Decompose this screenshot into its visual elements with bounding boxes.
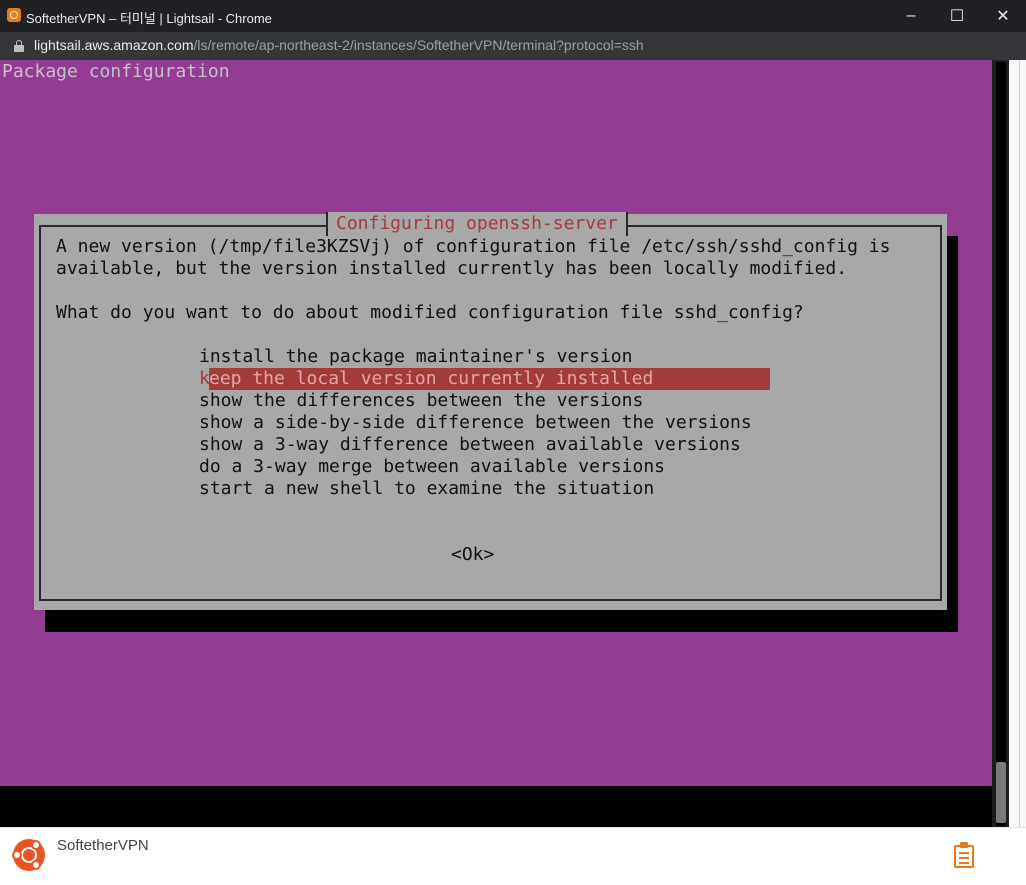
dialog-message-line-1: A new version (/tmp/file3KZSVj) of confi…: [56, 236, 891, 257]
dialog-title: Configuring openssh-server: [326, 212, 628, 236]
option-show-differences[interactable]: show the differences between the version…: [199, 390, 770, 412]
option-new-shell[interactable]: start a new shell to examine the situati…: [199, 478, 770, 500]
clipboard-icon[interactable]: [954, 842, 974, 868]
terminal-screen[interactable]: Package configuration Configuring openss…: [0, 60, 992, 786]
option-install-maintainer[interactable]: install the package maintainer's version: [199, 346, 770, 368]
option-3way-difference[interactable]: show a 3-way difference between availabl…: [199, 434, 770, 456]
window-titlebar: SoftetherVPN – 터미널 | Lightsail - Chrome …: [0, 0, 1026, 32]
address-bar[interactable]: lightsail.aws.amazon.com/ls/remote/ap-no…: [0, 32, 1026, 60]
debconf-dialog: Configuring openssh-server A new version…: [34, 212, 947, 610]
option-keep-local-label: eep the local version currently installe…: [209, 368, 654, 389]
screen-title: Package configuration: [2, 61, 230, 82]
url-text[interactable]: lightsail.aws.amazon.com/ls/remote/ap-no…: [34, 37, 644, 53]
maximize-button[interactable]: ☐: [934, 0, 980, 32]
terminal-cursor: k: [199, 368, 210, 390]
option-3way-merge[interactable]: do a 3-way merge between available versi…: [199, 456, 770, 478]
ubuntu-icon: [12, 839, 45, 871]
option-keep-local-selected[interactable]: k eep the local version currently install…: [199, 368, 770, 390]
url-host: lightsail.aws.amazon.com: [34, 37, 194, 53]
ok-button[interactable]: <Ok>: [451, 544, 494, 566]
scrollbar-thumb[interactable]: [996, 762, 1006, 823]
right-edge-line: [1019, 60, 1020, 827]
dialog-question: What do you want to do about modified co…: [56, 302, 804, 323]
lightsail-footer: SoftetherVPN: [0, 827, 1026, 885]
close-button[interactable]: ✕: [980, 0, 1026, 32]
scrollbar-track[interactable]: [996, 62, 1006, 826]
url-path: /ls/remote/ap-northeast-2/instances/Soft…: [193, 37, 644, 53]
terminal-bottom-bar: [0, 786, 992, 827]
option-list: install the package maintainer's version…: [199, 346, 770, 500]
terminal-scrollbar[interactable]: [992, 60, 1009, 827]
right-edge: [1009, 60, 1026, 827]
softether-app-icon: [7, 8, 21, 22]
option-side-by-side[interactable]: show a side-by-side difference between t…: [199, 412, 770, 434]
lock-icon[interactable]: [14, 40, 24, 52]
dialog-message-line-2: available, but the version installed cur…: [56, 258, 848, 279]
minimize-button[interactable]: –: [888, 0, 934, 32]
instance-name: SoftetherVPN: [57, 837, 149, 854]
window-title: SoftetherVPN – 터미널 | Lightsail - Chrome: [26, 11, 272, 26]
